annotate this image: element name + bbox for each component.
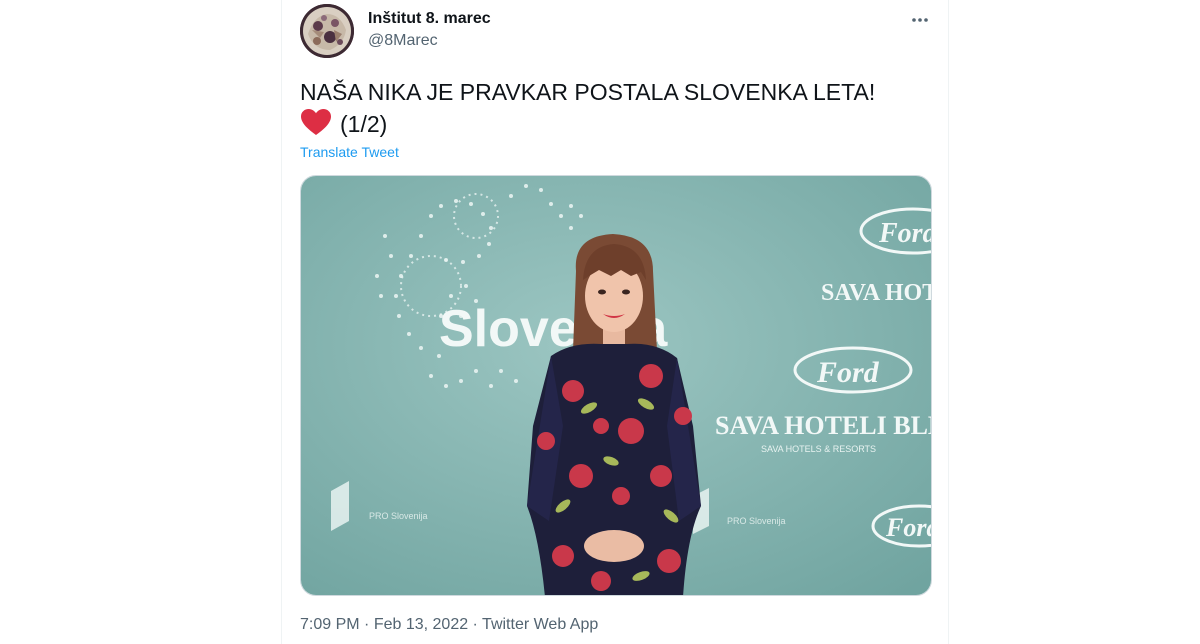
- backdrop-sava-full: SAVA HOTELI BLED: [715, 411, 932, 440]
- avatar-illustration: [300, 4, 354, 58]
- svg-text:Ford: Ford: [885, 513, 932, 542]
- tweet-text-line-1: NAŠA NIKA JE PRAVKAR POSTALA SLOVENKA LE…: [300, 79, 876, 105]
- meta-separator: ·: [468, 616, 483, 633]
- svg-text:Ford: Ford: [816, 356, 880, 389]
- backdrop-sava-sub: SAVA HOTELS & RESORTS: [761, 444, 876, 454]
- heart-icon: [301, 109, 331, 135]
- photo-scene: Slovenka Ford Ford Ford SAVA HOT SAVA HO…: [301, 176, 932, 595]
- tweet-text: NAŠA NIKA JE PRAVKAR POSTALA SLOVENKA LE…: [300, 76, 940, 140]
- tweet-meta: 7:09 PM · Feb 13, 2022 · Twitter Web App: [300, 615, 598, 635]
- author-block: Inštitut 8. marec @8Marec: [368, 9, 491, 51]
- svg-text:PRO Slovenija: PRO Slovenija: [369, 511, 428, 521]
- more-options-button[interactable]: [908, 8, 932, 32]
- tweet-card: Inštitut 8. marec @8Marec NAŠA NIKA JE P…: [281, 0, 949, 644]
- tweet-source[interactable]: Twitter Web App: [482, 616, 598, 633]
- tweet-text-line-2: (1/2): [300, 108, 940, 140]
- backdrop-sava-short: SAVA HOT: [821, 280, 932, 306]
- svg-text:Ford: Ford: [878, 218, 932, 249]
- tweet-time[interactable]: 7:09 PM: [300, 616, 360, 633]
- thread-counter: (1/2): [340, 111, 388, 137]
- svg-text:PRO Slovenija: PRO Slovenija: [727, 516, 786, 526]
- tweet-photo[interactable]: Slovenka Ford Ford Ford SAVA HOT SAVA HO…: [300, 175, 932, 596]
- translate-tweet-link[interactable]: Translate Tweet: [300, 143, 399, 161]
- tweet-date[interactable]: Feb 13, 2022: [374, 616, 468, 633]
- more-dots-icon: [912, 18, 928, 22]
- author-handle[interactable]: @8Marec: [368, 31, 491, 51]
- meta-separator: ·: [359, 616, 374, 633]
- author-display-name[interactable]: Inštitut 8. marec: [368, 9, 491, 29]
- avatar[interactable]: [300, 4, 354, 58]
